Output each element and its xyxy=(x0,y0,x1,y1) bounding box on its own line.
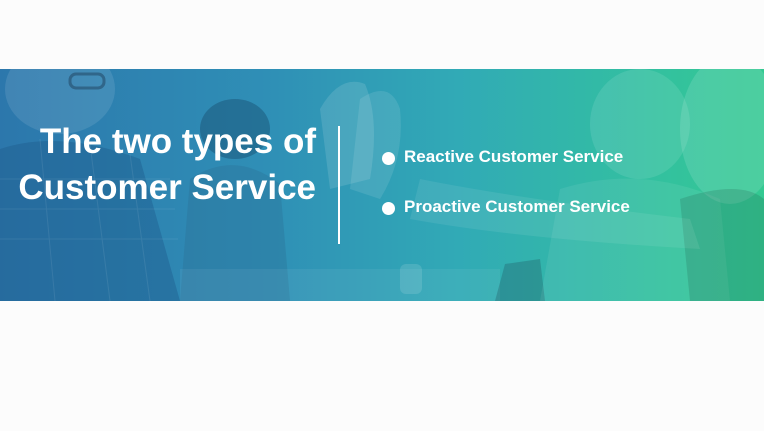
hero-banner: The two types of Customer Service Reacti… xyxy=(0,69,764,301)
list-item: Proactive Customer Service xyxy=(382,196,630,246)
bullet-dot-icon xyxy=(382,202,395,215)
list-item-label: Reactive Customer Service xyxy=(404,147,624,166)
service-type-list: Reactive Customer Service Proactive Cust… xyxy=(382,146,630,246)
list-item-label: Proactive Customer Service xyxy=(404,197,630,216)
vertical-divider xyxy=(338,126,340,244)
bullet-dot-icon xyxy=(382,152,395,165)
banner-title: The two types of Customer Service xyxy=(18,122,316,207)
list-item: Reactive Customer Service xyxy=(382,146,630,196)
slide-page: The two types of Customer Service Reacti… xyxy=(0,0,764,431)
